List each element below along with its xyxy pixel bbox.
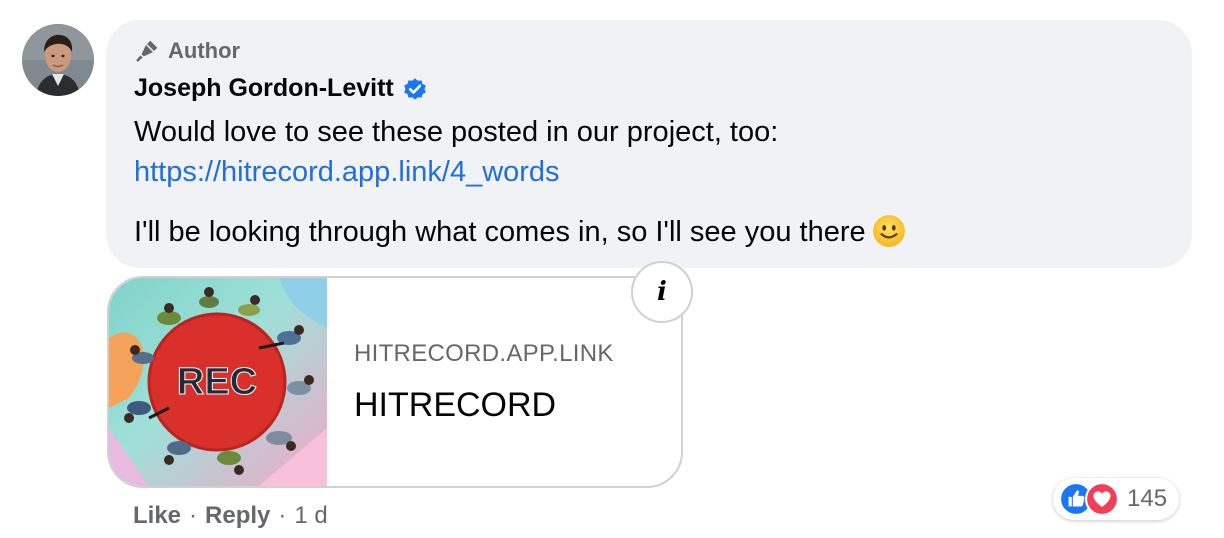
comment-actions: Like · Reply · 1 d (133, 502, 328, 530)
like-button[interactable]: Like (133, 502, 181, 530)
separator: · (189, 502, 198, 529)
verified-badge-icon (403, 77, 426, 100)
comment-text-line-2-text: I'll be looking through what comes in, s… (134, 216, 866, 248)
link-preview-title: HITRECORD (354, 386, 557, 424)
reactions-summary[interactable]: 145 (1053, 478, 1180, 520)
rec-logo-text: REC (177, 361, 257, 403)
avatar-image (22, 24, 94, 96)
comment-bubble: Author Joseph Gordon-Levitt Would love t… (106, 20, 1192, 268)
link-preview-card[interactable]: REC HITRECORD.APP.LINK HITRECORD (107, 276, 683, 488)
comment-text-line-1: Would love to see these posted in our pr… (134, 116, 779, 148)
author-row: Joseph Gordon-Levitt (134, 74, 428, 103)
author-badge-label: Author (168, 38, 241, 63)
microphone-icon (136, 40, 158, 62)
reaction-count: 145 (1127, 485, 1168, 512)
smiling-face-icon (872, 215, 905, 247)
link-preview-domain: HITRECORD.APP.LINK (354, 340, 614, 367)
info-button[interactable]: i (631, 261, 693, 323)
comment-link[interactable]: https://hitrecord.app.link/4_words (134, 156, 560, 189)
reply-button[interactable]: Reply (205, 502, 270, 530)
author-badge: Author (134, 38, 240, 64)
info-icon: i (657, 277, 667, 307)
love-reaction-icon (1085, 482, 1119, 516)
avatar[interactable] (22, 24, 94, 96)
comment-thread: Author Joseph Gordon-Levitt Would love t… (0, 0, 1224, 538)
separator: · (278, 502, 287, 529)
author-name[interactable]: Joseph Gordon-Levitt (134, 74, 394, 103)
comment-text-line-2: I'll be looking through what comes in, s… (134, 214, 906, 249)
timestamp[interactable]: 1 d (294, 502, 327, 530)
link-preview-image: REC (109, 278, 327, 486)
